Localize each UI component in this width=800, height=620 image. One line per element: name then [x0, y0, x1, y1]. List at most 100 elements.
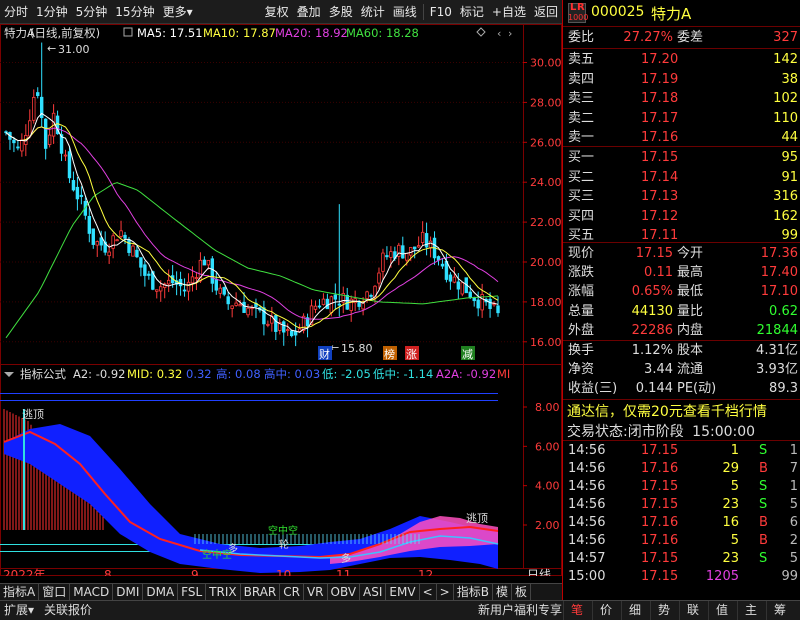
qtab-zhu[interactable]: 主: [737, 601, 764, 620]
stat-row: 涨幅 0.65% 最低 17.10: [563, 282, 800, 301]
tab-indicator-a[interactable]: 指标A: [0, 584, 40, 600]
stats-button[interactable]: 统计: [357, 0, 389, 24]
book-row[interactable]: 卖三 17.18 102: [563, 89, 800, 108]
tab-emv[interactable]: EMV: [386, 584, 420, 600]
fund-label: PE(动): [677, 381, 717, 396]
qtab-xi[interactable]: 细: [621, 601, 648, 620]
indicator-collapse-icon[interactable]: [4, 372, 14, 377]
level-price: 17.16: [641, 130, 679, 145]
qtab-zhi[interactable]: 值: [708, 601, 735, 620]
prev-icon[interactable]: ‹: [497, 27, 501, 40]
promo-banner[interactable]: 通达信，仅需20元查看千档行情: [567, 401, 767, 421]
tick-row: 14:56 17.15 5 S 1: [563, 478, 800, 496]
qtab-lian[interactable]: 联: [679, 601, 706, 620]
book-row[interactable]: 买三 17.13 316: [563, 187, 800, 206]
tab-1min[interactable]: 1分钟: [32, 0, 72, 24]
candle-body: [190, 276, 195, 284]
tab-5min[interactable]: 5分钟: [72, 0, 112, 24]
price-tick-label: 24.00: [530, 176, 562, 189]
tab-vr[interactable]: VR: [304, 584, 328, 600]
draw-line-button[interactable]: 画线: [389, 0, 421, 24]
tab-asi[interactable]: ASI: [360, 584, 387, 600]
qtab-chou[interactable]: 筹: [766, 601, 793, 620]
overlay-button[interactable]: 叠加: [293, 0, 325, 24]
kline-chart[interactable]: 特力A (日线,前复权) MA5: 17.51 MA10: 17.87 MA20…: [0, 24, 562, 576]
fund-value: 89.3: [769, 381, 798, 396]
level-volume: 91: [781, 169, 798, 185]
book-row[interactable]: 买二 17.14 91: [563, 168, 800, 187]
divider: [563, 399, 800, 400]
tick-side: B: [759, 461, 768, 476]
level-price: 17.15: [641, 150, 679, 165]
candle-body: [218, 287, 222, 294]
candle-body: [412, 246, 417, 250]
xaxis-year: 2022年: [3, 568, 46, 576]
candle-body: [369, 294, 373, 297]
ind-tail: MI: [497, 367, 510, 381]
book-row[interactable]: 卖五 17.20 142: [563, 50, 800, 69]
f10-button[interactable]: F10: [426, 0, 456, 24]
fund-label: 股本: [677, 343, 704, 358]
tab-15min[interactable]: 15分钟: [111, 0, 158, 24]
book-row[interactable]: 卖二 17.17 110: [563, 109, 800, 128]
candle-body: [238, 304, 242, 307]
candle-body: [274, 315, 278, 332]
tab-obv[interactable]: OBV: [328, 584, 361, 600]
back-button[interactable]: 返回: [530, 0, 562, 24]
candle-body: [95, 241, 99, 246]
expand-button[interactable]: 扩展▾: [4, 601, 34, 620]
tick-time: 14:56: [568, 479, 606, 494]
candle-body: [472, 297, 476, 302]
tab-dmi[interactable]: DMI: [113, 584, 144, 600]
diamond-icon[interactable]: [476, 27, 486, 37]
fund-label: 换手: [568, 343, 595, 358]
toggle-square-icon[interactable]: [123, 27, 133, 37]
next-icon[interactable]: ›: [508, 27, 512, 40]
candle-body: [119, 230, 123, 237]
label-kongzhongkong-1: 空中空: [268, 524, 298, 537]
tab-dma[interactable]: DMA: [143, 584, 179, 600]
add-favorite-button[interactable]: +自选: [488, 0, 530, 24]
tab-brar[interactable]: BRAR: [241, 584, 281, 600]
period-label[interactable]: 日线: [527, 568, 551, 576]
multi-stock-button[interactable]: 多股: [325, 0, 357, 24]
tick-row: 14:56 17.16 5 B 2: [563, 532, 800, 550]
tab-trix[interactable]: TRIX: [206, 584, 241, 600]
tab-scroll-right[interactable]: >: [437, 584, 454, 600]
tick-price: 17.15: [641, 479, 679, 494]
qtab-bi[interactable]: 笔: [563, 601, 590, 620]
low-price-label: 15.80: [341, 342, 373, 355]
tab-fenshi[interactable]: 分时: [0, 0, 32, 24]
level-badge-icon: L R 1000: [568, 2, 589, 23]
book-row[interactable]: 卖四 17.19 38: [563, 70, 800, 89]
tab-cr[interactable]: CR: [280, 584, 304, 600]
level-volume: 142: [773, 52, 798, 67]
book-row[interactable]: 买四 17.12 162: [563, 207, 800, 226]
more-dropdown[interactable]: 更多▾: [159, 0, 197, 24]
candle-body: [202, 259, 207, 266]
tick-side: B: [759, 533, 768, 548]
tab-window[interactable]: 窗口: [39, 584, 71, 600]
tab-macd[interactable]: MACD: [70, 584, 114, 600]
qtab-jia[interactable]: 价: [592, 601, 619, 620]
tab-plate[interactable]: 板: [512, 584, 531, 600]
adjust-button[interactable]: 复权: [261, 0, 293, 24]
qtab-shi[interactable]: 势: [650, 601, 677, 620]
price-tick-label: 28.00: [530, 96, 562, 109]
tab-indicator-b[interactable]: 指标B: [454, 584, 493, 600]
tab-fsl[interactable]: FSL: [178, 584, 207, 600]
divider: [422, 3, 424, 20]
tab-scroll-left[interactable]: <: [420, 584, 437, 600]
mark-button[interactable]: 标记: [456, 0, 488, 24]
indicator-axis: 8.00 6.00 4.00 2.00: [523, 401, 560, 532]
stat-value: 17.40: [760, 265, 798, 281]
book-row[interactable]: 买一 17.15 95: [563, 148, 800, 167]
tick-price: 17.16: [641, 515, 679, 530]
fund-row: 收益(三) 0.144 PE(动) 89.3: [563, 379, 800, 398]
book-row[interactable]: 卖一 17.16 44: [563, 128, 800, 147]
tab-template[interactable]: 模: [493, 584, 512, 600]
candle-body: [67, 151, 72, 179]
promo-link[interactable]: 新用户福利专享: [478, 601, 562, 620]
candle-body: [420, 231, 425, 244]
related-quote-button[interactable]: 关联报价: [44, 601, 92, 620]
